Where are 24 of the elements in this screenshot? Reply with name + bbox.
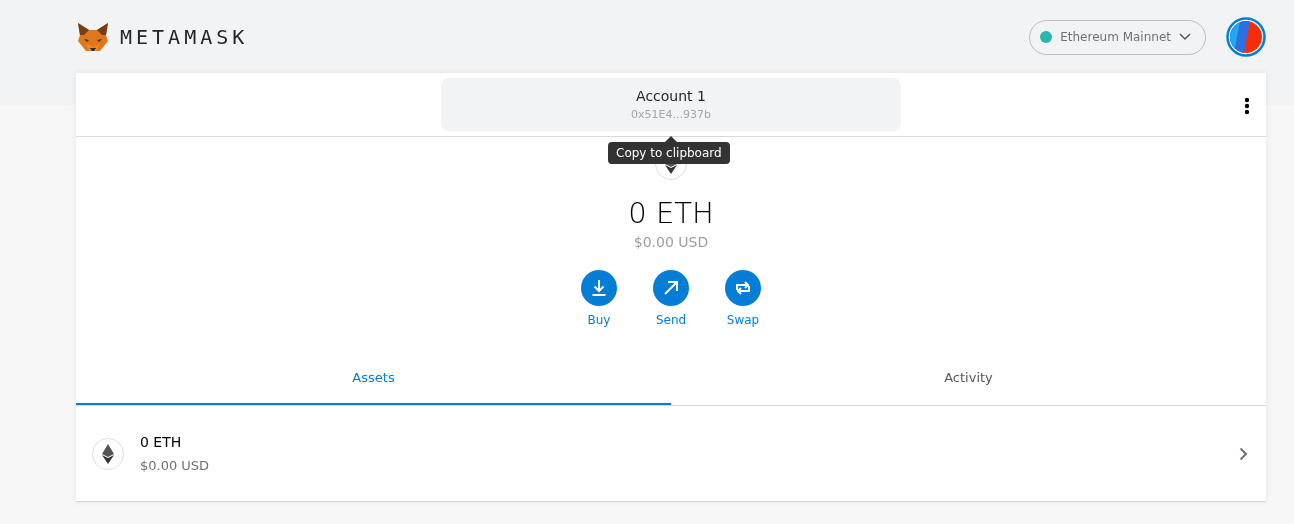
download-icon: [581, 270, 617, 306]
swap-button[interactable]: Swap: [725, 270, 761, 327]
send-button[interactable]: Send: [653, 270, 689, 327]
swap-icon: [725, 270, 761, 306]
more-options-icon[interactable]: [1244, 97, 1250, 115]
fox-logo-icon: [76, 21, 110, 53]
account-avatar-icon[interactable]: [1226, 17, 1266, 57]
tab[interactable]: Assets: [76, 351, 671, 405]
tab[interactable]: Activity: [671, 351, 1266, 405]
asset-row[interactable]: 0 ETH $0.00 USD: [76, 406, 1266, 502]
chevron-right-icon: [1239, 446, 1248, 461]
ethereum-icon: [92, 437, 124, 470]
balance-fiat: $0.00 USD: [633, 234, 709, 250]
ethereum-icon: [655, 164, 687, 180]
account-address: 0x51E4...937b: [631, 108, 711, 121]
asset-fiat: $0.00 USD: [140, 458, 211, 473]
buy-button[interactable]: Buy: [581, 270, 617, 327]
balance-amount: 0 ETH: [628, 196, 714, 230]
asset-amount: 0 ETH: [140, 434, 183, 450]
account-selector[interactable]: Account 1 0x51E4...937b: [441, 78, 901, 131]
chevron-down-icon: [1179, 33, 1191, 41]
logo-text: METAMASK: [120, 25, 249, 49]
tooltip-pointer: [665, 136, 677, 142]
account-name: Account 1: [636, 88, 706, 104]
